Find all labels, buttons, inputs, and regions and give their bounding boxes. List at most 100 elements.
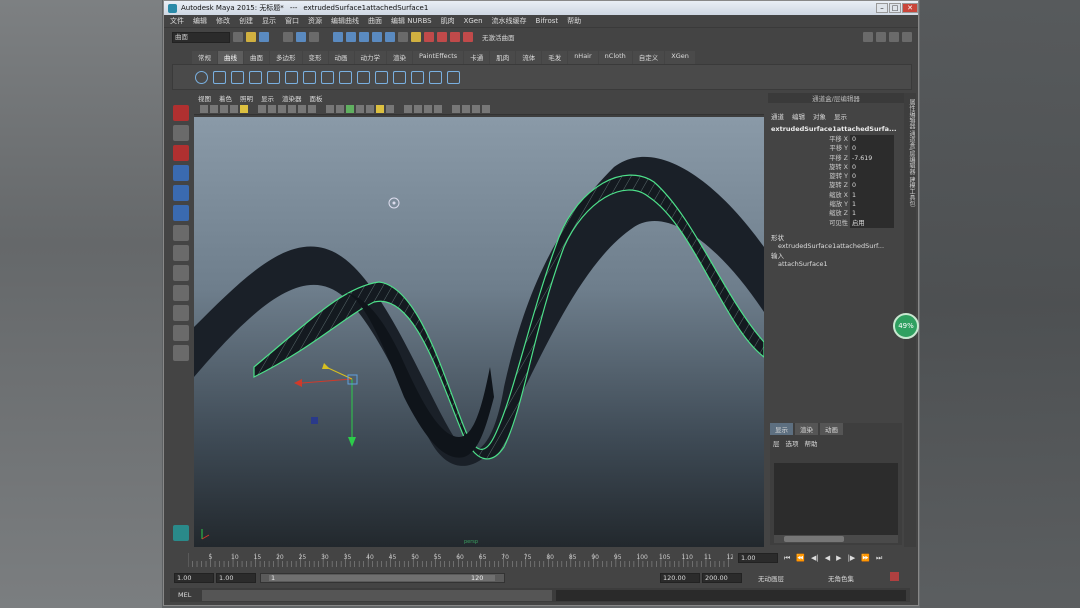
menu-xgen[interactable]: XGen <box>464 17 483 25</box>
layer-tab-anim[interactable]: 动画 <box>820 423 843 435</box>
shelf-tab-polygons[interactable]: 多边形 <box>270 51 302 64</box>
manipulator-x-axis[interactable] <box>301 378 353 384</box>
camera-attr-icon[interactable] <box>210 104 218 113</box>
time-slider[interactable]: 5 10 15 20 25 30 35 40 45 50 55 60 65 70 75 80 85 90 95 100… <box>170 549 910 569</box>
vp-menu-shading[interactable]: 着色 <box>219 93 232 103</box>
shelf-tab-general[interactable]: 常规 <box>192 51 217 64</box>
layer-tab-display[interactable]: 显示 <box>770 423 793 435</box>
snap-view-icon[interactable] <box>372 32 382 42</box>
graph-layout-icon[interactable] <box>173 305 189 321</box>
step-forward-key-button[interactable]: ⏩ <box>861 554 870 563</box>
auto-key-icon[interactable] <box>890 572 899 581</box>
cb-menu-object[interactable]: 对象 <box>813 111 826 121</box>
cb-menu-channels[interactable]: 通道 <box>771 111 784 121</box>
shelf-tab-nhair[interactable]: nHair <box>568 51 598 64</box>
go-start-button[interactable]: ⏮ <box>784 554 790 563</box>
snap-live-icon[interactable] <box>385 32 395 42</box>
motion-blur-icon[interactable] <box>414 104 422 113</box>
manipulator-z-arrow[interactable] <box>322 363 330 369</box>
menuset-dropdown[interactable]: 曲面 <box>172 31 230 43</box>
grid-icon[interactable] <box>240 104 248 113</box>
step-back-frame-button[interactable]: ◀| <box>811 554 819 563</box>
shelf-tab-surfaces[interactable]: 曲面 <box>244 51 269 64</box>
project-tangent-icon[interactable] <box>447 70 460 84</box>
construction-history-icon[interactable] <box>398 32 408 42</box>
cb-menu-edit[interactable]: 编辑 <box>792 111 805 121</box>
attr-row[interactable]: 缩放 Z1 <box>768 209 904 219</box>
shelf-tab-rendering[interactable]: 渲染 <box>387 51 412 64</box>
attr-row[interactable]: 缩放 Y1 <box>768 200 904 210</box>
input-node-name[interactable]: attachSurface1 <box>768 260 904 268</box>
attr-row[interactable]: 可见性 启用 <box>768 218 904 228</box>
menu-surfaces[interactable]: 曲面 <box>368 16 382 26</box>
command-input[interactable] <box>202 589 552 601</box>
menu-edit-nurbs[interactable]: 编辑 NURBS <box>391 16 432 26</box>
vp-menu-panels[interactable]: 面板 <box>310 93 323 103</box>
four-layout-icon[interactable] <box>173 265 189 281</box>
shelf-tab-muscle[interactable]: 肌肉 <box>490 51 516 64</box>
perspective-viewport[interactable]: 视图 着色 照明 显示 渲染器 面板 persp <box>194 93 764 547</box>
extend-curve-icon[interactable] <box>357 70 370 84</box>
manipulator-x-arrow[interactable] <box>294 379 302 387</box>
shelf-tab-xgen[interactable]: XGen <box>665 51 695 64</box>
xray-active-icon[interactable] <box>472 104 480 113</box>
menu-modify[interactable]: 修改 <box>216 16 230 26</box>
vp-menu-lighting[interactable]: 照明 <box>240 93 253 103</box>
wireframe-icon[interactable] <box>326 104 334 113</box>
use-lights-icon[interactable] <box>366 104 374 113</box>
anim-end-field[interactable]: 200.00 <box>702 573 742 583</box>
rotate-tool-icon[interactable] <box>173 185 189 201</box>
lasso-tool-icon[interactable] <box>173 125 189 141</box>
detach-curves-icon[interactable] <box>321 70 334 84</box>
curve-editing-icon[interactable] <box>429 70 442 84</box>
anim-start-field[interactable]: 1.00 <box>174 573 214 583</box>
menu-edit[interactable]: 编辑 <box>193 16 207 26</box>
menu-assets[interactable]: 资源 <box>308 16 322 26</box>
safe-action-icon[interactable] <box>298 104 306 113</box>
character-set-dropdown[interactable]: 无角色集 <box>828 573 854 583</box>
shelf-tab-dynamics[interactable]: 动力学 <box>354 51 386 64</box>
maya-home-icon[interactable] <box>173 525 189 541</box>
xray-joints-icon[interactable] <box>462 104 470 113</box>
manipulator-y-arrow[interactable] <box>348 437 356 447</box>
layer-tab-render[interactable]: 渲染 <box>795 423 818 435</box>
depth-of-field-icon[interactable] <box>434 104 442 113</box>
ipr-render-icon[interactable] <box>437 32 447 42</box>
shelf-tab-curves[interactable]: 曲线 <box>218 51 243 64</box>
menu-create[interactable]: 创建 <box>239 16 253 26</box>
isolate-select-icon[interactable] <box>452 104 460 113</box>
arc-icon[interactable] <box>285 70 298 84</box>
camera-icon[interactable] <box>200 104 208 113</box>
vp-menu-view[interactable]: 视图 <box>198 93 211 103</box>
select-tool-icon[interactable] <box>173 105 189 121</box>
selected-object-name[interactable]: extrudedSurface1attachedSurfa... <box>768 123 904 135</box>
go-end-button[interactable]: ⏭ <box>876 554 882 563</box>
step-forward-frame-button[interactable]: |▶ <box>848 554 856 563</box>
attr-row[interactable]: 平移 Z -7.619 <box>768 153 904 163</box>
snap-curve-icon[interactable] <box>346 32 356 42</box>
nurbs-square-icon[interactable] <box>213 70 226 84</box>
shelf-tab-animation[interactable]: 动画 <box>328 51 354 64</box>
textured-icon[interactable] <box>356 104 364 113</box>
xray-icon[interactable] <box>386 104 394 113</box>
menu-muscle[interactable]: 肌肉 <box>441 16 455 26</box>
new-scene-icon[interactable] <box>233 32 243 42</box>
attr-row[interactable]: 缩放 X1 <box>768 190 904 201</box>
bookmark-icon[interactable] <box>220 104 228 113</box>
play-forward-button[interactable]: ▶ <box>836 554 841 563</box>
render-icon[interactable] <box>424 32 434 42</box>
modeling-toolkit-icon[interactable] <box>863 32 873 42</box>
gate-mask-icon[interactable] <box>278 104 286 113</box>
attr-row[interactable]: 平移 Y0 <box>768 144 904 154</box>
play-back-button[interactable]: ◀ <box>825 554 830 563</box>
shelf-tab-painteffects[interactable]: PaintEffects <box>413 51 464 64</box>
menu-window[interactable]: 窗口 <box>285 16 299 26</box>
scene-view[interactable]: persp <box>194 117 764 547</box>
safe-title-icon[interactable] <box>308 104 316 113</box>
last-tool-icon[interactable] <box>173 225 189 241</box>
close-button[interactable]: ✕ <box>902 3 918 13</box>
maximize-button[interactable]: □ <box>889 3 901 13</box>
add-points-icon[interactable] <box>411 70 424 84</box>
snap-grid-icon[interactable] <box>333 32 343 42</box>
snap-point-icon[interactable] <box>359 32 369 42</box>
